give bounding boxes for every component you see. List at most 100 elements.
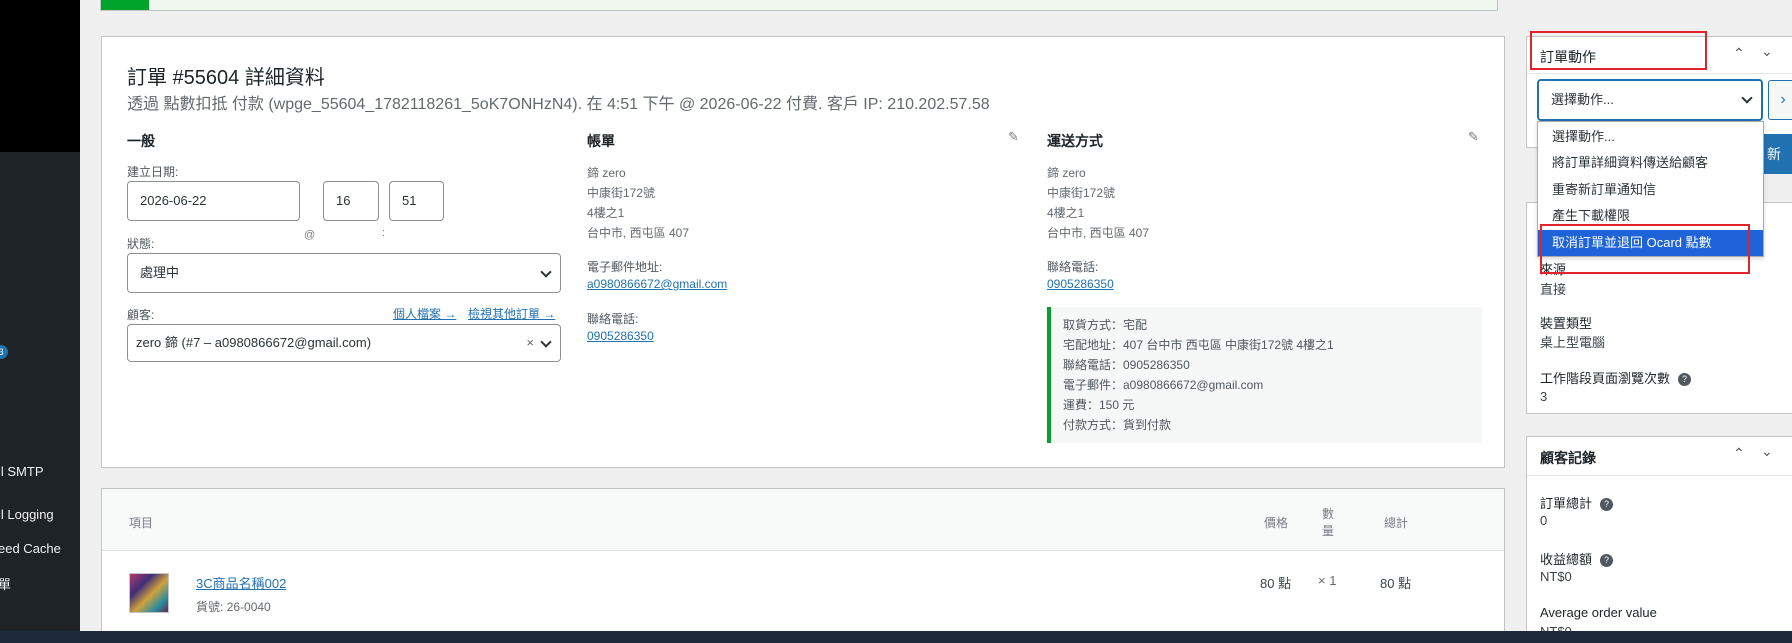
total-orders-text: 訂單總計 bbox=[1540, 496, 1593, 511]
notice-accent bbox=[101, 0, 149, 10]
sidebar-item-speed-cache[interactable]: eed Cache bbox=[0, 541, 61, 556]
view-other-orders-link[interactable]: 檢視其他訂單 → bbox=[468, 305, 555, 322]
action-option-choose[interactable]: 選擇動作... bbox=[1538, 124, 1763, 150]
admin-notice bbox=[100, 0, 1498, 11]
product-name-link[interactable]: 3C商品名稱002 bbox=[196, 573, 286, 592]
apply-action-button[interactable]: › bbox=[1768, 80, 1792, 120]
update-count-badge: 3 bbox=[0, 345, 8, 359]
edit-billing-icon[interactable]: ✎ bbox=[1008, 129, 1019, 145]
move-up-icon[interactable]: ⌃ bbox=[1733, 445, 1745, 462]
product-thumbnail[interactable] bbox=[129, 573, 169, 613]
average-order-value-label: Average order value bbox=[1540, 605, 1657, 620]
edit-shipping-icon[interactable]: ✎ bbox=[1468, 129, 1479, 145]
billing-phone-link[interactable]: 0905286350 bbox=[587, 329, 654, 343]
payment-method: 付款方式：貨到付款 bbox=[1063, 418, 1172, 432]
at-separator: @ bbox=[304, 229, 316, 241]
sidebar-item-wp-mail-logging[interactable]: il Logging bbox=[0, 507, 54, 522]
chevron-down-icon bbox=[1741, 92, 1753, 104]
action-option-resend-notification[interactable]: 重寄新訂單通知信 bbox=[1538, 177, 1763, 203]
customer-history-title: 顧客記錄 bbox=[1540, 450, 1596, 466]
status-value: 處理中 bbox=[140, 265, 180, 280]
total-revenue-value: NT$0 bbox=[1540, 569, 1572, 584]
delivery-email: 電子郵件：a0980866672@gmail.com bbox=[1063, 378, 1264, 392]
qty-column-header-line2: 量 bbox=[1322, 524, 1335, 538]
shipping-heading: 運送方式 bbox=[1047, 133, 1103, 149]
billing-address-line: 台中市, 西屯區 407 bbox=[587, 226, 690, 240]
date-created-label: 建立日期: bbox=[127, 165, 179, 179]
admin-sidebar: 3 il SMTP il Logging eed Cache 單 bbox=[0, 0, 80, 643]
sku-value: 26-0040 bbox=[226, 600, 271, 614]
session-page-views-label: 工作階段頁面瀏覽次數? bbox=[1540, 368, 1692, 387]
product-sku: 貨號: 26-0040 bbox=[196, 598, 271, 615]
total-revenue-text: 收益總額 bbox=[1540, 552, 1593, 567]
help-icon[interactable]: ? bbox=[1600, 498, 1614, 512]
session-page-views-value: 3 bbox=[1540, 389, 1548, 404]
general-heading: 一般 bbox=[127, 133, 155, 149]
billing-address-line: 鍗 zero bbox=[587, 166, 626, 180]
billing-address: 鍗 zero 中康街172號 4樓之1 台中市, 西屯區 407 bbox=[587, 163, 689, 243]
delivery-method: 取貨方式：宅配 bbox=[1063, 318, 1148, 332]
shipping-phone-label: 聯絡電話: bbox=[1047, 260, 1099, 274]
help-icon[interactable]: ? bbox=[1678, 373, 1692, 387]
billing-address-line: 4樓之1 bbox=[587, 206, 625, 220]
action-option-send-details[interactable]: 將訂單詳細資料傳送給顧客 bbox=[1538, 150, 1763, 176]
minute-input[interactable]: 51 bbox=[389, 181, 444, 221]
delivery-info-box: 取貨方式：宅配 宅配地址：407 台中市 西屯區 中康街172號 4樓之1 聯絡… bbox=[1047, 307, 1482, 443]
time-colon: : bbox=[382, 227, 386, 239]
chevron-down-icon bbox=[540, 266, 552, 278]
help-icon[interactable]: ? bbox=[1600, 554, 1614, 568]
total-orders-value: 0 bbox=[1540, 513, 1548, 528]
clear-customer-icon[interactable]: × bbox=[526, 325, 534, 361]
qty-column-header: 數 bbox=[1322, 507, 1335, 521]
device-type-value: 桌上型電腦 bbox=[1540, 335, 1606, 350]
date-created-input[interactable]: 2026-06-22 bbox=[127, 181, 300, 221]
move-down-icon[interactable]: ⌄ bbox=[1761, 443, 1773, 460]
shipping-address-line: 台中市, 西屯區 407 bbox=[1047, 226, 1150, 240]
order-action-selected: 選擇動作... bbox=[1551, 92, 1614, 107]
sidebar-item-wp-mail-smtp[interactable]: il SMTP bbox=[0, 464, 44, 479]
annotation-box-title bbox=[1530, 31, 1707, 70]
delivery-fee: 運費：150 元 bbox=[1063, 398, 1135, 412]
delivery-phone: 聯絡電話：0905286350 bbox=[1063, 358, 1190, 372]
box-header-divider bbox=[1527, 73, 1792, 74]
box-header-divider bbox=[1527, 475, 1792, 476]
hour-input[interactable]: 16 bbox=[323, 181, 379, 221]
status-select[interactable]: 處理中 bbox=[127, 253, 561, 293]
customer-profile-link[interactable]: 個人檔案 → bbox=[393, 305, 456, 322]
total-column-header: 總計 bbox=[1384, 516, 1409, 530]
delivery-address: 宅配地址：407 台中市 西屯區 中康街172號 4樓之1 bbox=[1063, 338, 1334, 352]
sidebar-top-area bbox=[0, 0, 80, 152]
shipping-address-line: 鍗 zero bbox=[1047, 166, 1086, 180]
item-column-header: 項目 bbox=[129, 516, 154, 530]
order-details-panel: 訂單 #55604 詳細資料 透過 點數扣抵 付款 (wpge_55604_17… bbox=[101, 36, 1505, 468]
customer-history-box: 顧客記錄 ⌃ ⌄ ⌃ 訂單總計? 0 收益總額? NT$0 Average or… bbox=[1526, 436, 1792, 643]
device-type-label: 裝置類型 bbox=[1540, 316, 1593, 331]
customer-value: zero 鍗 (#7 – a0980866672@gmail.com) bbox=[136, 335, 372, 350]
move-down-icon[interactable]: ⌄ bbox=[1761, 43, 1773, 60]
billing-address-line: 中康街172號 bbox=[587, 186, 656, 200]
billing-phone-label: 聯絡電話: bbox=[587, 312, 639, 326]
move-up-icon[interactable]: ⌃ bbox=[1733, 45, 1745, 62]
sku-label: 貨號: bbox=[196, 600, 224, 614]
annotation-box-option bbox=[1540, 224, 1750, 274]
item-total: 80 點 bbox=[1380, 576, 1412, 591]
shipping-address: 鍗 zero 中康街172號 4樓之1 台中市, 西屯區 407 bbox=[1047, 163, 1149, 243]
order-items-panel: 項目 價格 數 量 總計 3C商品名稱002 貨號: 26-0040 80 點 … bbox=[101, 488, 1505, 643]
shipping-address-line: 中康街172號 bbox=[1047, 186, 1116, 200]
order-action-select[interactable]: 選擇動作... bbox=[1537, 79, 1763, 121]
item-price: 80 點 bbox=[1260, 576, 1292, 591]
shipping-phone-link[interactable]: 0905286350 bbox=[1047, 277, 1114, 291]
sidebar-item-orders[interactable]: 單 bbox=[0, 574, 11, 593]
chevron-down-icon bbox=[540, 336, 552, 348]
order-title: 訂單 #55604 詳細資料 bbox=[127, 67, 325, 89]
billing-email-link[interactable]: a0980866672@gmail.com bbox=[587, 277, 727, 291]
billing-heading: 帳單 bbox=[587, 133, 615, 149]
total-orders-label: 訂單總計? bbox=[1540, 493, 1614, 512]
os-taskbar bbox=[0, 631, 1792, 643]
order-payment-subtitle: 透過 點數扣抵 付款 (wpge_55604_1782118261_5oK7ON… bbox=[127, 96, 990, 113]
customer-select[interactable]: zero 鍗 (#7 – a0980866672@gmail.com) × bbox=[127, 324, 561, 362]
item-quantity: × 1 bbox=[1318, 573, 1337, 588]
source-value: 直接 bbox=[1540, 282, 1567, 297]
billing-email-label: 電子郵件地址: bbox=[587, 260, 663, 274]
session-page-views-text: 工作階段頁面瀏覽次數 bbox=[1540, 371, 1671, 386]
